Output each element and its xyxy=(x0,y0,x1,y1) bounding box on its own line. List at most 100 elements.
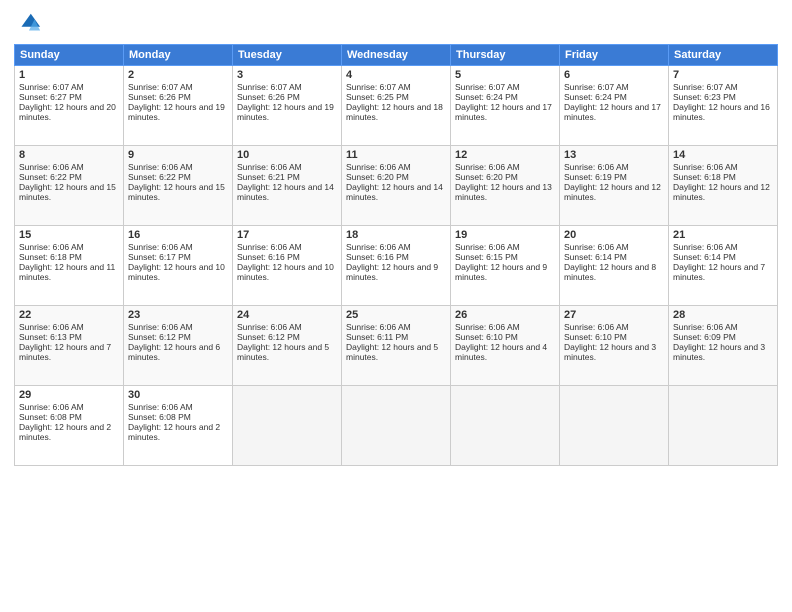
table-row: 18 Sunrise: 6:06 AM Sunset: 6:16 PM Dayl… xyxy=(342,226,451,306)
logo-icon xyxy=(14,10,42,38)
daylight-label: Daylight: 12 hours and 3 minutes. xyxy=(673,342,765,362)
sunrise-label: Sunrise: 6:06 AM xyxy=(19,162,84,172)
sunrise-label: Sunrise: 6:06 AM xyxy=(346,162,411,172)
sunrise-label: Sunrise: 6:07 AM xyxy=(19,82,84,92)
sunrise-label: Sunrise: 6:06 AM xyxy=(455,242,520,252)
table-row: 30 Sunrise: 6:06 AM Sunset: 6:08 PM Dayl… xyxy=(124,386,233,466)
daylight-label: Daylight: 12 hours and 9 minutes. xyxy=(346,262,438,282)
table-row xyxy=(233,386,342,466)
table-row: 5 Sunrise: 6:07 AM Sunset: 6:24 PM Dayli… xyxy=(451,66,560,146)
table-row: 25 Sunrise: 6:06 AM Sunset: 6:11 PM Dayl… xyxy=(342,306,451,386)
day-number: 30 xyxy=(128,389,228,401)
sunset-label: Sunset: 6:26 PM xyxy=(237,92,300,102)
sunset-label: Sunset: 6:27 PM xyxy=(19,92,82,102)
sunset-label: Sunset: 6:10 PM xyxy=(564,332,627,342)
sunrise-label: Sunrise: 6:06 AM xyxy=(19,322,84,332)
sunrise-label: Sunrise: 6:06 AM xyxy=(564,322,629,332)
day-number: 29 xyxy=(19,389,119,401)
col-monday: Monday xyxy=(124,45,233,66)
table-row: 20 Sunrise: 6:06 AM Sunset: 6:14 PM Dayl… xyxy=(560,226,669,306)
daylight-label: Daylight: 12 hours and 2 minutes. xyxy=(128,422,220,442)
calendar-row: 29 Sunrise: 6:06 AM Sunset: 6:08 PM Dayl… xyxy=(15,386,778,466)
table-row: 8 Sunrise: 6:06 AM Sunset: 6:22 PM Dayli… xyxy=(15,146,124,226)
table-row: 15 Sunrise: 6:06 AM Sunset: 6:18 PM Dayl… xyxy=(15,226,124,306)
calendar-row: 15 Sunrise: 6:06 AM Sunset: 6:18 PM Dayl… xyxy=(15,226,778,306)
day-number: 26 xyxy=(455,309,555,321)
header xyxy=(14,10,778,38)
sunrise-label: Sunrise: 6:06 AM xyxy=(673,162,738,172)
table-row: 9 Sunrise: 6:06 AM Sunset: 6:22 PM Dayli… xyxy=(124,146,233,226)
daylight-label: Daylight: 12 hours and 2 minutes. xyxy=(19,422,111,442)
table-row xyxy=(451,386,560,466)
table-row: 3 Sunrise: 6:07 AM Sunset: 6:26 PM Dayli… xyxy=(233,66,342,146)
daylight-label: Daylight: 12 hours and 17 minutes. xyxy=(455,102,552,122)
day-number: 14 xyxy=(673,149,773,161)
table-row: 23 Sunrise: 6:06 AM Sunset: 6:12 PM Dayl… xyxy=(124,306,233,386)
table-row: 13 Sunrise: 6:06 AM Sunset: 6:19 PM Dayl… xyxy=(560,146,669,226)
calendar-row: 1 Sunrise: 6:07 AM Sunset: 6:27 PM Dayli… xyxy=(15,66,778,146)
table-row: 4 Sunrise: 6:07 AM Sunset: 6:25 PM Dayli… xyxy=(342,66,451,146)
daylight-label: Daylight: 12 hours and 7 minutes. xyxy=(19,342,111,362)
table-row xyxy=(560,386,669,466)
daylight-label: Daylight: 12 hours and 10 minutes. xyxy=(128,262,225,282)
sunset-label: Sunset: 6:18 PM xyxy=(673,172,736,182)
sunset-label: Sunset: 6:25 PM xyxy=(346,92,409,102)
page: Sunday Monday Tuesday Wednesday Thursday… xyxy=(0,0,792,612)
day-number: 17 xyxy=(237,229,337,241)
sunset-label: Sunset: 6:19 PM xyxy=(564,172,627,182)
sunset-label: Sunset: 6:20 PM xyxy=(455,172,518,182)
daylight-label: Daylight: 12 hours and 10 minutes. xyxy=(237,262,334,282)
sunrise-label: Sunrise: 6:06 AM xyxy=(346,242,411,252)
col-tuesday: Tuesday xyxy=(233,45,342,66)
sunset-label: Sunset: 6:22 PM xyxy=(128,172,191,182)
sunset-label: Sunset: 6:22 PM xyxy=(19,172,82,182)
day-number: 20 xyxy=(564,229,664,241)
table-row: 6 Sunrise: 6:07 AM Sunset: 6:24 PM Dayli… xyxy=(560,66,669,146)
sunrise-label: Sunrise: 6:06 AM xyxy=(237,322,302,332)
sunrise-label: Sunrise: 6:06 AM xyxy=(673,242,738,252)
sunset-label: Sunset: 6:24 PM xyxy=(455,92,518,102)
day-number: 23 xyxy=(128,309,228,321)
day-number: 8 xyxy=(19,149,119,161)
sunset-label: Sunset: 6:11 PM xyxy=(346,332,408,342)
table-row: 27 Sunrise: 6:06 AM Sunset: 6:10 PM Dayl… xyxy=(560,306,669,386)
sunset-label: Sunset: 6:20 PM xyxy=(346,172,409,182)
table-row xyxy=(342,386,451,466)
day-number: 21 xyxy=(673,229,773,241)
day-number: 18 xyxy=(346,229,446,241)
daylight-label: Daylight: 12 hours and 11 minutes. xyxy=(19,262,115,282)
table-row: 7 Sunrise: 6:07 AM Sunset: 6:23 PM Dayli… xyxy=(669,66,778,146)
table-row: 14 Sunrise: 6:06 AM Sunset: 6:18 PM Dayl… xyxy=(669,146,778,226)
col-thursday: Thursday xyxy=(451,45,560,66)
table-row: 11 Sunrise: 6:06 AM Sunset: 6:20 PM Dayl… xyxy=(342,146,451,226)
table-row: 22 Sunrise: 6:06 AM Sunset: 6:13 PM Dayl… xyxy=(15,306,124,386)
sunset-label: Sunset: 6:14 PM xyxy=(673,252,736,262)
sunrise-label: Sunrise: 6:06 AM xyxy=(19,402,84,412)
sunrise-label: Sunrise: 6:07 AM xyxy=(346,82,411,92)
sunrise-label: Sunrise: 6:06 AM xyxy=(237,242,302,252)
daylight-label: Daylight: 12 hours and 5 minutes. xyxy=(237,342,329,362)
sunset-label: Sunset: 6:12 PM xyxy=(128,332,191,342)
sunrise-label: Sunrise: 6:06 AM xyxy=(128,322,193,332)
sunrise-label: Sunrise: 6:06 AM xyxy=(237,162,302,172)
sunrise-label: Sunrise: 6:06 AM xyxy=(19,242,84,252)
sunset-label: Sunset: 6:17 PM xyxy=(128,252,191,262)
sunset-label: Sunset: 6:08 PM xyxy=(128,412,191,422)
sunset-label: Sunset: 6:16 PM xyxy=(346,252,409,262)
table-row: 19 Sunrise: 6:06 AM Sunset: 6:15 PM Dayl… xyxy=(451,226,560,306)
sunset-label: Sunset: 6:23 PM xyxy=(673,92,736,102)
table-row: 29 Sunrise: 6:06 AM Sunset: 6:08 PM Dayl… xyxy=(15,386,124,466)
col-saturday: Saturday xyxy=(669,45,778,66)
day-number: 16 xyxy=(128,229,228,241)
daylight-label: Daylight: 12 hours and 13 minutes. xyxy=(455,182,552,202)
day-number: 27 xyxy=(564,309,664,321)
logo xyxy=(14,10,46,38)
table-row: 24 Sunrise: 6:06 AM Sunset: 6:12 PM Dayl… xyxy=(233,306,342,386)
sunset-label: Sunset: 6:18 PM xyxy=(19,252,82,262)
sunset-label: Sunset: 6:08 PM xyxy=(19,412,82,422)
day-number: 28 xyxy=(673,309,773,321)
day-number: 5 xyxy=(455,69,555,81)
daylight-label: Daylight: 12 hours and 12 minutes. xyxy=(564,182,661,202)
day-number: 1 xyxy=(19,69,119,81)
sunrise-label: Sunrise: 6:06 AM xyxy=(128,402,193,412)
